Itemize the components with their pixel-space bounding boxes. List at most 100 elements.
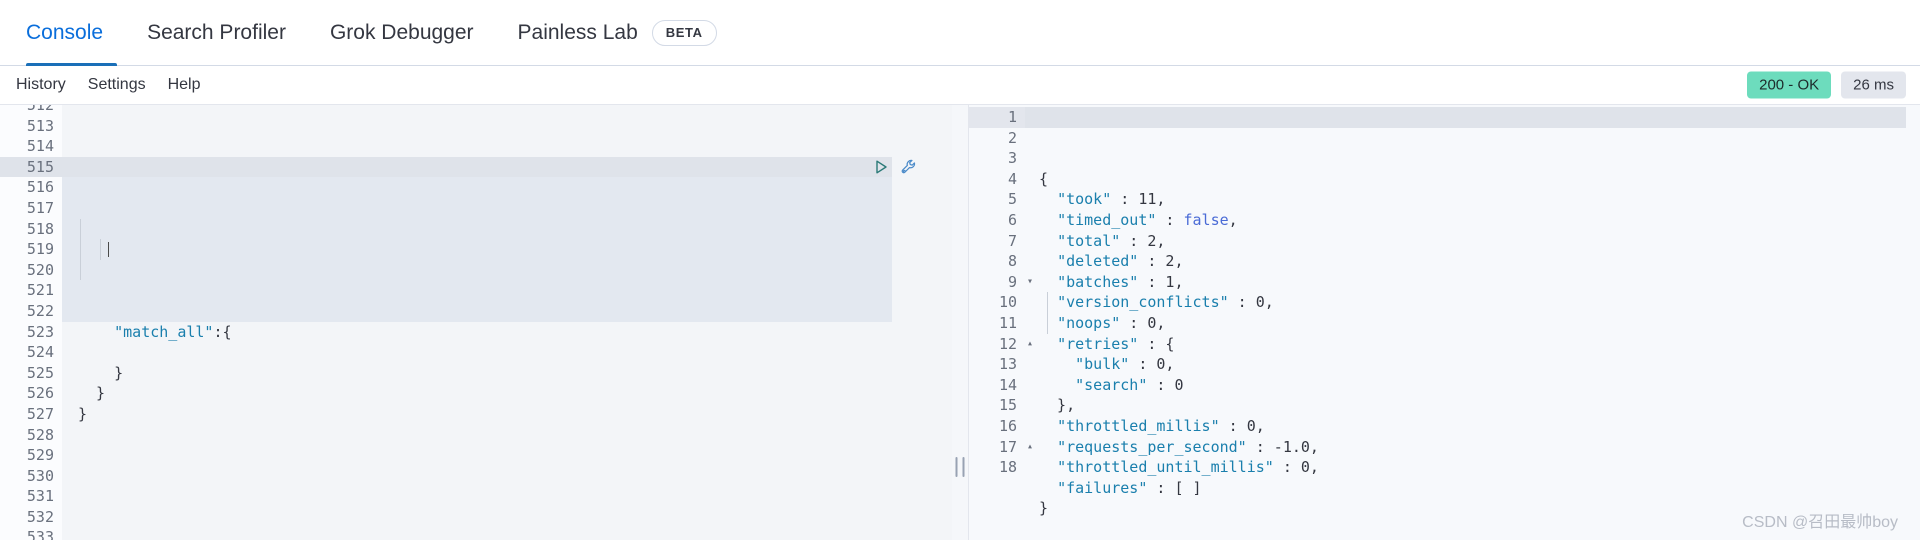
editor-line-number: 513 [26, 116, 54, 135]
pane-splitter[interactable] [952, 104, 968, 540]
response-line-number: 17 ▴ [998, 437, 1034, 456]
response-line: }, [1039, 396, 1076, 415]
editor-line: } [78, 384, 106, 403]
editor-gutter: 512 513 514 515 516 ▾ 517 ▾ 518 ▾ 519 520 ▴ 521 ▴ 522 ▴ 5… [0, 105, 71, 540]
response-line-number: 2 [1007, 128, 1017, 147]
response-line-number: 6 [1007, 210, 1017, 229]
response-first-line-highlight [1025, 107, 1906, 128]
status-code-badge: 200 - OK [1747, 71, 1832, 99]
beta-badge: BETA [651, 19, 717, 46]
response-line-number: 14 [998, 375, 1017, 394]
tab-grok-debugger[interactable]: Grok Debugger [308, 0, 496, 66]
response-line-number: 12 ▴ [998, 334, 1034, 353]
response-line-number: 13 [998, 355, 1017, 374]
editor-line-number: 524 [26, 343, 54, 362]
indent-guide [1047, 292, 1048, 334]
response-gutter: 1 ▾ 2 3 4 5 6 7 8 9 ▾ 10 11 12 ▴ 13 14 15 16 17 ▴ 18 [969, 105, 1034, 540]
response-line: "throttled_millis" : 0, [1057, 416, 1265, 435]
play-icon[interactable] [872, 158, 890, 176]
response-line-number: 16 [998, 416, 1017, 435]
response-line: { [1039, 169, 1049, 188]
editor-line-number: 521 ▴ [26, 281, 71, 300]
editor-line: "match_all":{ [114, 322, 232, 341]
editor-line-number: 528 [26, 425, 54, 444]
request-editor-pane[interactable]: 512 513 514 515 516 ▾ 517 ▾ 518 ▾ 519 520 ▴ 521 ▴ 522 ▴ 5… [0, 104, 952, 540]
help-link[interactable]: Help [168, 76, 201, 94]
editor-code[interactable]: # 删除所有文档 POST /zou-company-index/_delete_… [62, 105, 952, 540]
editor-line-number: 531 [26, 487, 54, 506]
settings-link[interactable]: Settings [88, 76, 146, 94]
response-line-number: 9 ▾ [1007, 272, 1034, 291]
tab-painless-lab-label: Painless Lab [517, 20, 638, 44]
editor-line-number: 523 [26, 322, 54, 341]
response-status-group: 200 - OK 26 ms [1747, 71, 1906, 99]
response-line-number: 4 [1007, 169, 1017, 188]
indent-guide [100, 239, 101, 260]
status-time-badge: 26 ms [1841, 71, 1906, 99]
tab-grok-debugger-label: Grok Debugger [329, 20, 474, 44]
response-line: "noops" : 0, [1057, 313, 1166, 332]
editor-line-number: 530 [26, 466, 54, 485]
console-app: Console Search Profiler Grok Debugger Pa… [0, 0, 1920, 540]
response-line-number: 18 [998, 458, 1017, 477]
subbar-links: History Settings Help [16, 76, 201, 94]
editor-line-number: 518 ▾ [26, 219, 71, 238]
response-line: "retries" : { [1057, 334, 1175, 353]
tab-search-profiler[interactable]: Search Profiler [125, 0, 308, 66]
response-line-number: 10 [998, 293, 1017, 312]
editor-line-number: 526 [26, 384, 54, 403]
editor-line-number: 522 ▴ [26, 301, 71, 320]
history-link[interactable]: History [16, 76, 66, 94]
editor-line: "query":{ [96, 301, 178, 320]
editor-line-number: 533 [26, 528, 54, 540]
editor-line: } [78, 404, 88, 423]
wrench-icon[interactable] [900, 158, 919, 177]
editor-line-number: 516 ▾ [26, 178, 71, 197]
tab-console-label: Console [26, 20, 104, 44]
main-tabbar: Console Search Profiler Grok Debugger Pa… [0, 0, 1920, 66]
response-line: "bulk" : 0, [1075, 355, 1175, 374]
editor-line-number: 514 [26, 137, 54, 156]
response-line-number: 11 [998, 313, 1017, 332]
response-line: "requests_per_second" : -1.0, [1057, 437, 1319, 456]
response-line: "took" : 11, [1057, 190, 1166, 209]
console-panes: 512 513 514 515 516 ▾ 517 ▾ 518 ▾ 519 520 ▴ 521 ▴ 522 ▴ 5… [0, 104, 1920, 540]
editor-line-number: 525 [26, 363, 54, 382]
response-lines: { "took" : 11, "timed_out" : false, "tot… [1039, 169, 1920, 540]
response-line [1039, 519, 1920, 540]
response-line-number: 15 [998, 396, 1017, 415]
editor-lines: # 删除所有文档 POST /zou-company-index/_delete_… [78, 198, 952, 540]
response-code[interactable]: { "took" : 11, "timed_out" : false, "tot… [1025, 105, 1920, 540]
response-line: "deleted" : 2, [1057, 252, 1184, 271]
response-line: "total" : 2, [1057, 231, 1166, 250]
request-editor[interactable]: 512 513 514 515 516 ▾ 517 ▾ 518 ▾ 519 520 ▴ 521 ▴ 522 ▴ 5… [0, 105, 952, 540]
response-line: "throttled_until_millis" : 0, [1057, 458, 1319, 477]
editor-line-number: 519 [26, 240, 54, 259]
response-viewer[interactable]: 1 ▾ 2 3 4 5 6 7 8 9 ▾ 10 11 12 ▴ 13 14 15 16 17 ▴ 18 { "took"… [969, 105, 1920, 540]
current-line-highlight [62, 156, 892, 178]
editor-line-number: 515 [0, 156, 62, 178]
editor-line: POST /zou-company-index/_delete_by_query [78, 260, 440, 279]
tab-console[interactable]: Console [18, 0, 125, 66]
console-subbar: History Settings Help 200 - OK 26 ms [0, 66, 1920, 104]
request-actions[interactable] [872, 158, 919, 177]
indent-guide [80, 218, 81, 281]
response-pane[interactable]: 1 ▾ 2 3 4 5 6 7 8 9 ▾ 10 11 12 ▴ 13 14 15 16 17 ▴ 18 { "took"… [968, 104, 1920, 540]
tab-search-profiler-label: Search Profiler [147, 20, 286, 44]
editor-line: { [78, 281, 88, 300]
tab-painless-lab[interactable]: Painless Lab BETA [496, 0, 739, 66]
editor-line-number: 520 ▴ [26, 260, 71, 279]
response-line-number: 8 [1007, 252, 1017, 271]
splitter-grip-icon[interactable] [955, 457, 965, 477]
editor-line: } [78, 363, 124, 382]
response-line: "timed_out" : false, [1057, 210, 1238, 229]
